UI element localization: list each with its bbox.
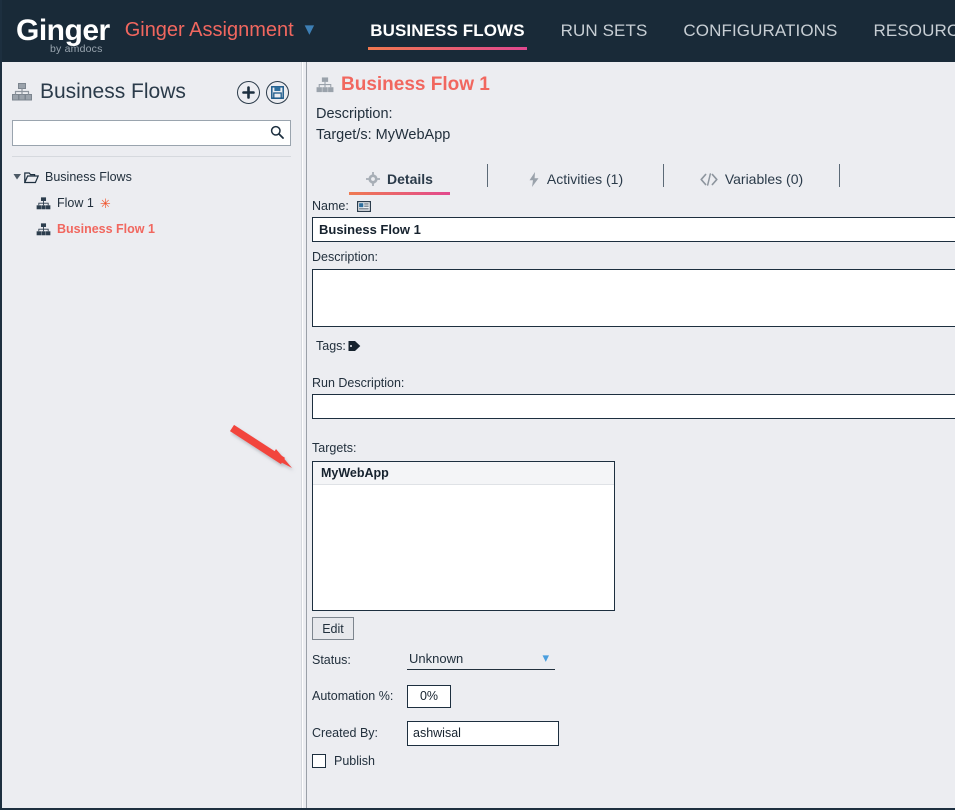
tag-icon[interactable]: [348, 340, 361, 352]
solution-name[interactable]: Ginger Assignment: [125, 19, 294, 42]
list-item[interactable]: MyWebApp: [313, 462, 614, 485]
sitemap-icon: [12, 83, 32, 101]
business-flow-details-panel: Business Flow 1 Description: Target/s: M…: [308, 62, 955, 808]
flow-header: Business Flow 1 Description: Target/s: M…: [308, 62, 955, 146]
description-label-row: Description:: [312, 247, 955, 267]
nav-tab-resources[interactable]: RESOURCES: [862, 0, 955, 62]
tab-label: Activities (1): [547, 171, 623, 187]
tab-label: Variables (0): [725, 171, 803, 187]
publish-row[interactable]: Publish: [312, 754, 955, 768]
nav-tab-configurations[interactable]: CONFIGURATIONS: [671, 0, 849, 62]
targets-label: Targets:: [312, 441, 356, 455]
publish-label: Publish: [334, 754, 375, 768]
tab-separator: [839, 164, 840, 187]
tree-node-label: Flow 1: [57, 196, 94, 210]
created-by-label: Created By:: [312, 726, 407, 740]
chevron-down-icon[interactable]: ▾: [542, 651, 549, 664]
automation-label: Automation %:: [312, 689, 407, 703]
status-row: Status: Unknown ▾: [312, 645, 955, 675]
flow-meta: Description: Target/s: MyWebApp: [316, 104, 955, 146]
brand-logo: Ginger by amdocs: [16, 16, 110, 46]
nav-tab-label: BUSINESS FLOWS: [370, 21, 524, 41]
run-description-label-row: Run Description:: [312, 373, 955, 393]
status-select[interactable]: Unknown ▾: [407, 651, 555, 670]
sitemap-icon: [316, 77, 334, 93]
brand-name: Ginger: [16, 16, 110, 46]
nav-tab-label: CONFIGURATIONS: [683, 21, 837, 41]
tree-node-label: Business Flows: [45, 170, 132, 184]
created-by-input[interactable]: [407, 721, 559, 746]
top-navigation-bar: Ginger by amdocs Ginger Assignment ▾ BUS…: [2, 0, 955, 62]
unsaved-changes-indicator-icon: ✳: [100, 197, 111, 210]
run-description-label: Run Description:: [312, 376, 404, 390]
plus-circle-icon[interactable]: [237, 81, 260, 104]
sitemap-icon: [36, 197, 51, 210]
tree-node-business-flows[interactable]: Business Flows: [2, 164, 301, 190]
panel-splitter[interactable]: [302, 62, 307, 808]
publish-checkbox[interactable]: [312, 754, 326, 768]
sitemap-icon: [36, 223, 51, 236]
name-label: Name:: [312, 199, 349, 213]
lightning-icon: [528, 172, 540, 187]
created-by-row: Created By:: [312, 718, 955, 748]
brand-subtitle: by amdocs: [50, 43, 103, 55]
business-flows-tree: Business Flows Flow 1 ✳: [2, 157, 301, 242]
nav-tab-label: RESOURCES: [874, 21, 955, 41]
tree-node-label: Business Flow 1: [57, 222, 155, 236]
ginger-application-window: Ginger by amdocs Ginger Assignment ▾ BUS…: [0, 0, 955, 810]
tab-label: Details: [387, 171, 433, 187]
automation-row: Automation %:: [312, 681, 955, 711]
main-nav-tabs: BUSINESS FLOWS RUN SETS CONFIGURATIONS R…: [358, 0, 955, 62]
status-value: Unknown: [407, 651, 555, 670]
folder-open-icon: [24, 171, 39, 184]
search-input[interactable]: [13, 121, 290, 145]
name-label-row: Name:: [312, 196, 955, 216]
edit-targets-button[interactable]: Edit: [312, 617, 354, 640]
description-textarea[interactable]: [312, 269, 955, 327]
status-label: Status:: [312, 653, 407, 667]
page-title: Business Flow 1: [316, 74, 955, 96]
sidebar-actions: [237, 81, 289, 104]
flow-description-line: Description:: [316, 104, 955, 125]
details-form: Name: Description: Tags:: [308, 196, 955, 768]
sidebar-header: Business Flows: [2, 62, 301, 122]
flow-targets-line: Target/s: MyWebApp: [316, 125, 955, 146]
page-title-text: Business Flow 1: [341, 74, 490, 96]
tab-activities[interactable]: Activities (1): [488, 162, 663, 196]
chevron-down-icon[interactable]: ▾: [305, 20, 315, 39]
sidebar-search-wrap: [2, 120, 301, 157]
nav-tab-run-sets[interactable]: RUN SETS: [549, 0, 660, 62]
code-icon: [700, 173, 718, 186]
business-flows-sidebar: Business Flows: [2, 62, 302, 808]
search-icon[interactable]: [270, 125, 284, 144]
name-input[interactable]: [312, 217, 955, 242]
sidebar-title: Business Flows: [40, 80, 237, 104]
search-box[interactable]: [12, 120, 291, 146]
details-tab-strip: Details Activities (1): [308, 162, 955, 196]
tab-details[interactable]: Details: [312, 162, 487, 196]
automation-percent-input[interactable]: [407, 685, 451, 708]
id-card-icon[interactable]: [357, 201, 371, 212]
nav-tab-label: RUN SETS: [561, 21, 648, 41]
description-label: Description:: [312, 250, 378, 264]
targets-label-row: Targets:: [312, 438, 955, 458]
tags-label-row: Tags:: [312, 336, 955, 356]
save-circle-icon[interactable]: [266, 81, 289, 104]
expander-icon[interactable]: [10, 173, 24, 182]
tree-node-business-flow-1[interactable]: Business Flow 1: [2, 216, 301, 242]
tags-label: Tags:: [316, 339, 346, 353]
run-description-input[interactable]: [312, 394, 955, 419]
nav-tab-business-flows[interactable]: BUSINESS FLOWS: [358, 0, 536, 62]
gear-icon: [366, 172, 380, 186]
tree-node-flow-1[interactable]: Flow 1 ✳: [2, 190, 301, 216]
tab-variables[interactable]: Variables (0): [664, 162, 839, 196]
targets-list[interactable]: MyWebApp: [312, 461, 615, 611]
